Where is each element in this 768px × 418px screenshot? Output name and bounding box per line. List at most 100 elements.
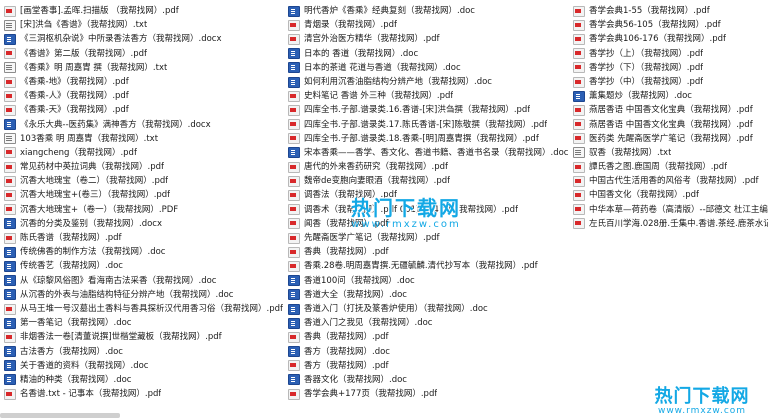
file-item[interactable]: 《永乐大典--医药集》满神香方（我帮找网）.docx xyxy=(4,118,284,132)
file-name: 从沉香的外表与油脂结构特征分辨产地（我帮找网）.doc xyxy=(20,289,234,300)
file-item[interactable]: 常见药材中英拉词典（我帮找网）.pdf xyxy=(4,160,284,174)
file-item[interactable]: 薰集题炒（我帮找网）.doc xyxy=(573,89,768,103)
doc-file-icon xyxy=(573,90,585,102)
doc-file-icon xyxy=(288,76,300,88)
file-item[interactable]: 精油的种类（我帮找网）.doc xyxy=(4,373,284,387)
file-item[interactable]: 传统佛香的制作方法（我帮找网）.doc xyxy=(4,245,284,259)
file-item[interactable]: 四库全书.子部.谱录类.17.陈氏香谱-[宋]陈敬撰（我帮找网）.pdf xyxy=(288,118,568,132)
file-item[interactable]: 青烟录（我帮找网）.pdf xyxy=(288,18,568,32)
file-item[interactable]: 香道大全（我帮找网）.doc xyxy=(288,288,568,302)
file-item[interactable]: 香典（我帮找网）.pdf xyxy=(288,330,568,344)
file-item[interactable]: 沉香的分类及鉴别（我帮找网）.docx xyxy=(4,217,284,231)
file-item[interactable]: 103香乘 明 周嘉胄（我帮找网）.txt xyxy=(4,132,284,146)
file-item[interactable]: 宋本香乘——香学、香文化、香道书籍、香道书名录（我帮找网）.doc xyxy=(288,146,568,160)
file-item[interactable]: 香学抄（中）（我帮找网）.pdf xyxy=(573,75,768,89)
file-item[interactable]: 香方（我帮找网）.doc xyxy=(288,345,568,359)
file-item[interactable]: 日本的 香道（我帮找网）.doc xyxy=(288,47,568,61)
file-item[interactable]: 魏帝de变胞向妻眼酒（我帮找网）.pdf xyxy=(288,174,568,188)
file-item[interactable]: 唐代的外来香药研究（我帮找网）.pdf xyxy=(288,160,568,174)
file-item[interactable]: 陈氏香谱（我帮找网）.pdf xyxy=(4,231,284,245)
pdf-file-icon xyxy=(4,303,16,315)
pdf-file-icon xyxy=(288,119,300,131)
file-item[interactable]: 清宫外治医方精华（我帮找网）.pdf xyxy=(288,32,568,46)
file-item[interactable]: 香道入门之我见（我帮找网）.doc xyxy=(288,316,568,330)
file-item[interactable]: 香学抄（上）（我帮找网）.pdf xyxy=(573,47,768,61)
file-item[interactable]: 驭香（我帮找网）.txt xyxy=(573,146,768,160)
file-item[interactable]: 香乘.28卷.明周嘉胄撰.无疆毓麟.清代抄写本（我帮找网）.pdf xyxy=(288,259,568,273)
file-name: 香学抄（下）（我帮找网）.pdf xyxy=(589,62,704,73)
file-item[interactable]: 香学会典1-55（我帮找网）.pdf xyxy=(573,4,768,18)
watermark-center-url: www.rmxzw.com xyxy=(351,219,461,230)
file-item[interactable]: 沉香大地瑰宝（卷二）（我帮找网）.pdf xyxy=(4,174,284,188)
file-item[interactable]: 香学抄（下）（我帮找网）.pdf xyxy=(573,61,768,75)
file-name: 香学会典1-55（我帮找网）.pdf xyxy=(589,6,710,16)
pdf-file-icon xyxy=(288,246,300,258)
pdf-file-icon xyxy=(288,331,300,343)
file-item[interactable]: 关于香道的资料（我帮找网）.doc xyxy=(4,359,284,373)
file-item[interactable]: 《香乘-人》（我帮找网）.pdf xyxy=(4,89,284,103)
file-item[interactable]: 从沉香的外表与油脂结构特征分辨产地（我帮找网）.doc xyxy=(4,288,284,302)
file-item[interactable]: 《香乘》明 周嘉胄 撰（我帮找网）.txt xyxy=(4,61,284,75)
file-item[interactable]: 中国香文化（我帮找网）.pdf xyxy=(573,188,768,202)
file-item[interactable]: xiangcheng（我帮找网）.pdf xyxy=(4,146,284,160)
file-item[interactable]: 《香谱》第二版（我帮找网）.pdf xyxy=(4,47,284,61)
file-item[interactable]: 古法香方（我帮找网）.doc xyxy=(4,345,284,359)
watermark-corner: 热门下载网 www.rmxzw.com xyxy=(642,382,762,416)
file-item[interactable]: 第一香笔记（我帮找网）.doc xyxy=(4,316,284,330)
file-item[interactable]: [宋]洪刍《香谱》（我帮找网）.txt xyxy=(4,18,284,32)
file-item[interactable]: 燕居香语 中国香文化宝典（我帮找网）.pdf xyxy=(573,103,768,117)
file-item[interactable]: 名香谱.txt - 记事本（我帮找网）.pdf xyxy=(4,387,284,401)
file-name: [画堂香事].孟晖.扫描版 （我帮找网）.pdf xyxy=(20,6,179,16)
file-item[interactable]: 明代香炉《香乘》经典复刻（我帮找网）.doc xyxy=(288,4,568,18)
file-item[interactable]: 香学会典106-176（我帮找网）.pdf xyxy=(573,32,768,46)
file-item[interactable]: 中国古代生活用香的风俗考（我帮找网）.pdf xyxy=(573,174,768,188)
file-item[interactable]: [画堂香事].孟晖.扫描版 （我帮找网）.pdf xyxy=(4,4,284,18)
pdf-file-icon xyxy=(4,5,16,17)
pdf-file-icon xyxy=(288,232,300,244)
file-item[interactable]: 传统香艺（我帮找网）.doc xyxy=(4,259,284,273)
file-item[interactable]: 史料笔记 香谱 外三种（我帮找网）.pdf xyxy=(288,89,568,103)
file-item[interactable]: 香学会典+177页（我帮找网）.pdf xyxy=(288,387,568,401)
file-item[interactable]: 香学会典56-105（我帮找网）.pdf xyxy=(573,18,768,32)
file-item[interactable]: 香器文化（我帮找网）.doc xyxy=(288,373,568,387)
file-name: 从《琼黎风俗图》看海南古法采香（我帮找网）.doc xyxy=(20,275,217,286)
file-item[interactable]: 燕居香语 中国香文化宝典（我帮找网）.pdf xyxy=(573,118,768,132)
pdf-file-icon xyxy=(573,119,585,131)
file-item[interactable]: 如何利用沉香油脂结构分辨产地（我帮找网）.doc xyxy=(288,75,568,89)
file-item[interactable]: 香道入门（打抚及篆香炉使用）（我帮找网）.doc xyxy=(288,302,568,316)
file-item[interactable]: 医药类 先醒斋医学广笔记（我帮找网）.pdf xyxy=(573,132,768,146)
file-item[interactable]: 左氏百川学海.028册.壬集中.香谱.茶经.鹿茶水记.茶录（我帮找网）.pdf xyxy=(573,217,768,231)
file-name: 四库全书.子部.谱录类.17.陈氏香谱-[宋]陈敬撰（我帮找网）.pdf xyxy=(304,119,548,130)
doc-file-icon xyxy=(288,62,300,74)
file-item[interactable]: 沉香大地瑰宝+（卷一）（我帮找网）.PDF xyxy=(4,203,284,217)
file-name: 《香乘-天》（我帮找网）.pdf xyxy=(20,105,129,116)
file-item[interactable]: 中华本草—荷药卷（高清版）--邱德文 杜江主编（我帮找网）.pdf xyxy=(573,203,768,217)
file-item[interactable]: 从《琼黎风俗图》看海南古法采香（我帮找网）.doc xyxy=(4,274,284,288)
file-item[interactable]: 《三洞枢机杂说》中所录香法香方（我帮找网）.docx xyxy=(4,32,284,46)
doc-file-icon xyxy=(288,346,300,358)
pdf-file-icon xyxy=(4,147,16,159)
file-name: 四库全书.子部.谱录类.16.香谱-[宋]洪刍撰（我帮找网）.pdf xyxy=(304,105,531,116)
file-item[interactable]: 四库全书.子部.谱录类.18.香乘-[明]周嘉胄撰（我帮找网）.pdf xyxy=(288,132,568,146)
pdf-file-icon xyxy=(4,76,16,88)
file-item[interactable]: 《香乘-地》（我帮找网）.pdf xyxy=(4,75,284,89)
pdf-file-icon xyxy=(573,33,585,45)
file-item[interactable]: 先醒斋医学广笔记（我帮找网）.pdf xyxy=(288,231,568,245)
file-item[interactable]: 四库全书.子部.谱录类.16.香谱-[宋]洪刍撰（我帮找网）.pdf xyxy=(288,103,568,117)
doc-file-icon xyxy=(288,275,300,287)
file-item[interactable]: 日本的茶道 花道与香道（我帮找网）.doc xyxy=(288,61,568,75)
pdf-file-icon xyxy=(288,133,300,145)
file-item[interactable]: 香方（我帮找网）.pdf xyxy=(288,359,568,373)
doc-file-icon xyxy=(288,317,300,329)
file-item[interactable]: 香道100问（我帮找网）.doc xyxy=(288,274,568,288)
file-item[interactable]: 《香乘-天》（我帮找网）.pdf xyxy=(4,103,284,117)
file-item[interactable]: 譚氏香之图.鹿国周（我帮找网）.pdf xyxy=(573,160,768,174)
file-item[interactable]: 从马王堆一号汉墓出土香料与香具探析汉代用香习俗（我帮找网）.pdf xyxy=(4,302,284,316)
file-item[interactable]: 沉香大地瑰宝+(卷三）（我帮找网）.pdf xyxy=(4,188,284,202)
file-item[interactable]: 非烟香法一卷[清董说撰]世楷堂藏板（我帮找网）.pdf xyxy=(4,330,284,344)
doc-file-icon xyxy=(4,275,16,287)
horizontal-scrollbar[interactable] xyxy=(0,413,120,418)
file-name: 陈氏香谱（我帮找网）.pdf xyxy=(20,233,122,243)
pdf-file-icon xyxy=(573,190,585,202)
file-item[interactable]: 香典（我帮找网）.pdf xyxy=(288,245,568,259)
